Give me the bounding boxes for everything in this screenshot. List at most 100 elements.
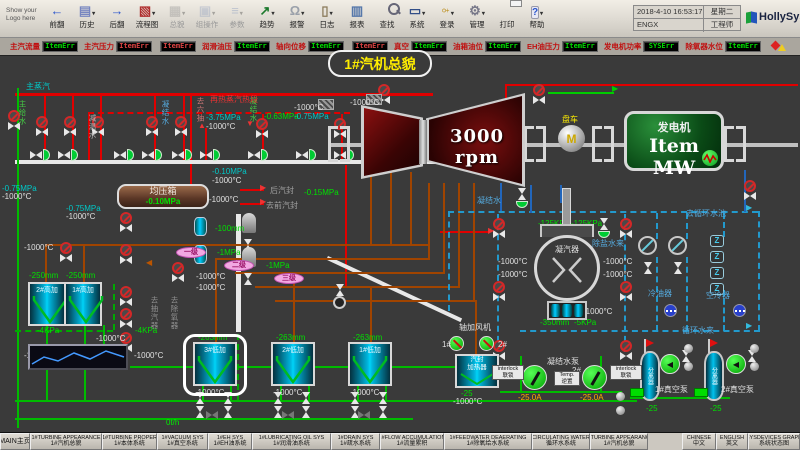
generator-label: 发电机 bbox=[627, 119, 721, 135]
nav-button[interactable]: MAIN主页 bbox=[0, 433, 30, 450]
toolbar-button-label: 历史 bbox=[80, 19, 95, 30]
toolbar-button-label: 前翻 bbox=[50, 19, 65, 30]
nav-button[interactable]: 1#FLOW ACCUMULATION1#流量累积 bbox=[380, 433, 444, 450]
toolbar-button-back[interactable]: ←前翻 bbox=[42, 2, 72, 36]
weekday-text: 星期二 bbox=[704, 6, 740, 18]
toolbar-button-forward[interactable]: →后翻 bbox=[102, 2, 132, 36]
bottom-nav: MAIN主页1#TURBINE APPEARANCE1#汽机总貌1#TURBIN… bbox=[0, 432, 800, 450]
nav-button[interactable]: 1#DRAIN SYS1#疏水系统 bbox=[331, 433, 380, 450]
datetime-text: 2018-4-10 16:53:17 bbox=[634, 6, 704, 18]
param-icon: ≡ bbox=[231, 3, 239, 18]
equalizer-tank[interactable]: 均压箱 -0.10MPa bbox=[117, 184, 209, 209]
tab-field-value[interactable]: ItemErr bbox=[485, 41, 521, 52]
toolbar-button-manage[interactable]: ⚙▾管理 bbox=[462, 2, 492, 36]
toolbar-button-find[interactable]: 查找 bbox=[372, 2, 402, 36]
gland-heater-label-1: 汽封 bbox=[457, 356, 497, 364]
dropdown-arrow-icon[interactable]: ▾ bbox=[212, 11, 215, 17]
toolbar-button-alarm[interactable]: Ω▾ 报警 bbox=[282, 2, 312, 36]
toolbar-button-history[interactable]: ▤▾ 历史 bbox=[72, 2, 102, 36]
alarm-indicator-icon[interactable] bbox=[770, 40, 786, 54]
dropdown-arrow-icon[interactable]: ▾ bbox=[540, 11, 543, 17]
dropdown-arrow-icon[interactable]: ▾ bbox=[182, 11, 185, 17]
tab-field-value[interactable]: SYSErr bbox=[643, 41, 679, 52]
log-icon: ▯ bbox=[321, 3, 328, 18]
nav-label-zh: 1#疏水系统 bbox=[340, 441, 371, 448]
nav-button[interactable]: ENGLISH英文 bbox=[716, 433, 748, 450]
temp-mode-text-2: 逆置 bbox=[555, 379, 579, 386]
nav-button[interactable]: 1#LUBRICATING OIL SYS1#润滑油系统 bbox=[252, 433, 331, 450]
interlock-badge[interactable]: interlock 联锁 bbox=[492, 365, 524, 380]
toolbar-button-label: 系统 bbox=[410, 19, 425, 30]
trend-icon: ↗ bbox=[260, 3, 271, 18]
trend-thumbnail[interactable] bbox=[28, 344, 128, 370]
toolbar-button-overview[interactable]: ▦▾总貌 bbox=[162, 2, 192, 36]
generator[interactable]: 发电机 Item MW bbox=[624, 111, 724, 171]
hotwell bbox=[547, 301, 587, 320]
nav-button[interactable]: 1#EH SYS1#EH油系统 bbox=[208, 433, 252, 450]
nav-spacer bbox=[648, 433, 682, 450]
toolbar-button-label: 查找 bbox=[380, 19, 395, 30]
toolbar-button-param[interactable]: ≡▾ 参数 bbox=[222, 2, 252, 36]
nav-label-zh: 1#除氧给水系统 bbox=[467, 441, 510, 448]
toolbar-button-label: 登录 bbox=[440, 19, 455, 30]
tab-field-value[interactable]: ItemErr bbox=[160, 41, 196, 52]
toolbar-button-log[interactable]: ▯▾ 日志 bbox=[312, 2, 342, 36]
nav-button[interactable]: CHINESE中文 bbox=[682, 433, 716, 450]
nav-label-zh: 1#真空系统 bbox=[167, 441, 198, 448]
toolbar-button-label: 报表 bbox=[350, 19, 365, 30]
login-icon: ♀ bbox=[436, 6, 453, 16]
dropdown-arrow-icon[interactable]: ▾ bbox=[240, 11, 243, 17]
toolbar-button-report[interactable]: ▥报表 bbox=[342, 2, 372, 36]
alarm-icon: Ω bbox=[290, 3, 300, 18]
toolbar-button-label: 帮助 bbox=[530, 19, 545, 30]
dropdown-arrow-icon[interactable]: ▾ bbox=[301, 11, 304, 17]
tab-field-value[interactable]: ItemErr bbox=[725, 41, 761, 52]
dropdown-arrow-icon[interactable]: ▾ bbox=[152, 11, 155, 17]
toolbar-button-login[interactable]: ♀▾登录 bbox=[432, 2, 462, 36]
toolbar-button-label: 组操作 bbox=[196, 19, 219, 30]
hp-turbine[interactable] bbox=[361, 105, 423, 179]
toolbar-button-label: 参数 bbox=[230, 19, 245, 30]
nav-button[interactable]: 1#VACUUM SYS1#真空系统 bbox=[157, 433, 208, 450]
condenser[interactable]: 凝汽器 bbox=[534, 235, 600, 301]
nav-button[interactable]: SYSDEVICES GRAPH系统状态图 bbox=[748, 433, 800, 450]
nav-label-zh: 循环水系统 bbox=[546, 441, 576, 448]
toolbar-button-label: 报警 bbox=[290, 19, 305, 30]
dropdown-arrow-icon[interactable]: ▾ bbox=[330, 11, 333, 17]
tab-field-value[interactable]: ItemErr bbox=[42, 41, 78, 52]
hollysys-logo-icon bbox=[746, 12, 757, 23]
tab-field-label: 主汽压力 bbox=[84, 41, 114, 52]
toolbar: Show your Logo here ←前翻▤▾历史→后翻▧▾流程图▦▾总貌▣… bbox=[0, 0, 800, 38]
toolbar-button-system[interactable]: ▭▾系统 bbox=[402, 2, 432, 36]
toolbar-button-flow[interactable]: ▧▾流程图 bbox=[132, 2, 162, 36]
nav-button[interactable]: 1#FEEDWATER DEAERATING1#除氧给水系统 bbox=[444, 433, 532, 450]
back-icon: ← bbox=[51, 3, 64, 18]
toolbar-button-help[interactable]: ?▾ 帮助 bbox=[522, 2, 552, 36]
tab-field-label: EH油压力 bbox=[527, 41, 560, 52]
temp-mode-badge[interactable]: Temp. 逆置 bbox=[554, 371, 580, 386]
dropdown-arrow-icon[interactable]: ▾ bbox=[271, 11, 274, 17]
toolbar-button-label: 日志 bbox=[320, 19, 335, 30]
nav-button[interactable]: 1#TURBINE PROPER1#本体系统 bbox=[102, 433, 157, 450]
nav-label-zh: 1#本体系统 bbox=[114, 441, 145, 448]
tab-field-value[interactable]: ItemErr bbox=[234, 41, 270, 52]
toolbar-button-groupop[interactable]: ▣▾组操作 bbox=[192, 2, 222, 36]
help-icon: ? bbox=[531, 6, 539, 19]
dropdown-arrow-icon[interactable]: ▾ bbox=[422, 11, 425, 17]
interlock-badge[interactable]: interlock 联锁 bbox=[610, 365, 642, 380]
selection-highlight bbox=[183, 334, 247, 396]
history-icon: ▤ bbox=[79, 3, 91, 18]
page-title-text: 1#汽机总貌 bbox=[344, 54, 416, 74]
nav-button[interactable]: CIRCULATING WATER循环水系统 bbox=[532, 433, 590, 450]
tab-field-label: 轴向位移 bbox=[276, 41, 306, 52]
nav-button[interactable]: 1#TURBINE APPEARANCE1#汽机总貌 bbox=[30, 433, 102, 450]
tab-field-value[interactable]: ItemErr bbox=[562, 41, 598, 52]
tab-field-value[interactable]: ItemErr bbox=[116, 41, 152, 52]
toolbar-button-trend[interactable]: ↗▾趋势 bbox=[252, 2, 282, 36]
shaft-coupling bbox=[419, 120, 427, 164]
toolbar-button-print[interactable]: 打印 bbox=[492, 2, 522, 36]
dropdown-arrow-icon[interactable]: ▾ bbox=[482, 11, 485, 17]
dropdown-arrow-icon[interactable]: ▾ bbox=[92, 11, 95, 17]
nav-button[interactable]: 1#TURBINE APPEARANCE1#汽机总貌 bbox=[590, 433, 648, 450]
generator-status-icon bbox=[702, 150, 718, 166]
